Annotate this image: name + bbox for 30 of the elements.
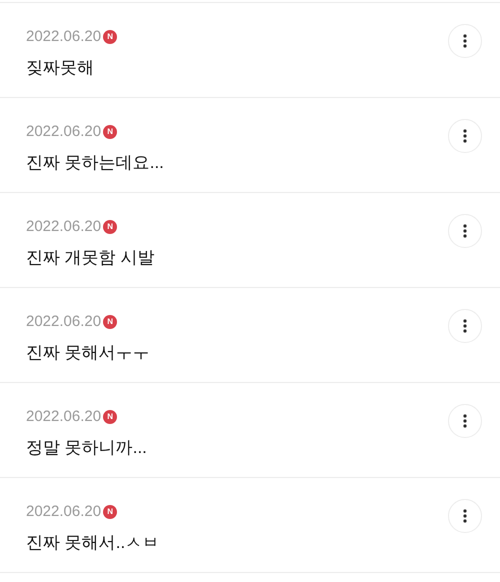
comment-date: 2022.06.20 xyxy=(26,407,102,427)
more-button[interactable] xyxy=(448,499,482,533)
comment-text: 정말 못하니까... xyxy=(26,437,147,459)
comment-date: 2022.06.20 xyxy=(26,217,102,237)
more-button[interactable] xyxy=(448,214,482,248)
new-badge: N xyxy=(103,315,118,329)
comment-date: 2022.06.20 xyxy=(26,502,102,522)
more-icon xyxy=(463,34,467,48)
new-badge: N xyxy=(103,410,118,424)
more-button[interactable] xyxy=(448,404,482,438)
more-icon xyxy=(463,319,467,333)
comment-text: 진짜 못해서..ㅅㅂ xyxy=(26,532,160,554)
new-badge: N xyxy=(103,125,118,139)
more-icon xyxy=(463,414,467,428)
comment-text: 진짜 개못함 시발 xyxy=(26,247,154,269)
comment-date: 2022.06.20 xyxy=(26,122,102,142)
more-icon xyxy=(463,224,467,238)
comment-text: 진짜 못해서ㅜㅜ xyxy=(26,342,150,364)
more-button[interactable] xyxy=(448,119,482,153)
comment-text: 짖짜못해 xyxy=(26,57,95,79)
new-badge: N xyxy=(103,505,118,519)
comment-text: 진짜 못하는데요... xyxy=(26,152,164,174)
more-button[interactable] xyxy=(448,24,482,58)
more-button[interactable] xyxy=(448,309,482,343)
more-icon xyxy=(463,509,467,523)
more-icon xyxy=(463,129,467,143)
new-badge: N xyxy=(103,220,118,234)
new-badge: N xyxy=(103,30,118,44)
comment-date: 2022.06.20 xyxy=(26,312,102,332)
comment-date: 2022.06.20 xyxy=(26,27,102,47)
